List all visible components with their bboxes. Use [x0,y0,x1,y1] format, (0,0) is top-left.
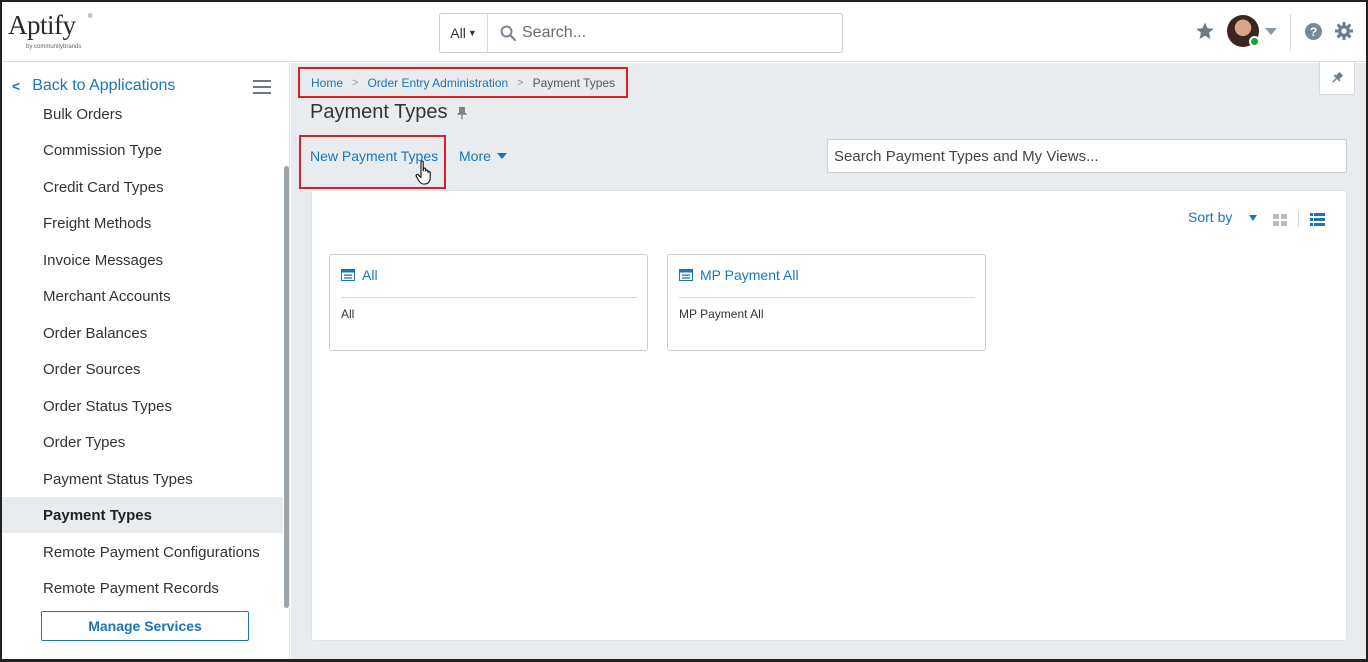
grid-view-icon[interactable] [1273,214,1287,226]
list-view-icon [341,269,355,281]
hamburger-menu-icon[interactable] [253,80,271,94]
back-to-applications-link[interactable]: < Back to Applications [12,77,175,95]
hand-cursor-icon [415,160,431,185]
breadcrumb: Home > Order Entry Administration > Paym… [298,67,628,98]
header-divider [1290,14,1291,52]
card-title[interactable]: All [341,267,378,283]
global-search: All ▼ [439,13,843,53]
search-icon [500,25,516,41]
breadcrumb-home[interactable]: Home [311,76,343,90]
logo-subtext: by communitybrands [26,44,82,50]
breadcrumb-order-entry-administration[interactable]: Order Entry Administration [367,76,508,90]
card-title[interactable]: MP Payment All [679,267,799,283]
manage-services-button[interactable]: Manage Services [41,611,249,641]
pin-page-icon[interactable] [455,106,469,120]
sidebar-item-commission-type[interactable]: Commission Type [0,132,283,168]
sidebar-item-credit-card-types[interactable]: Credit Card Types [0,169,283,205]
sort-caret-icon[interactable] [1249,215,1257,221]
sidebar-item-order-status-types[interactable]: Order Status Types [0,388,283,424]
sidebar-item-invoice-messages[interactable]: Invoice Messages [0,242,283,278]
views-search-input[interactable] [827,139,1347,173]
sidebar-item-payment-status-types[interactable]: Payment Status Types [0,461,283,497]
sidebar-item-order-sources[interactable]: Order Sources [0,351,283,387]
main-content: Home > Order Entry Administration > Paym… [291,61,1368,662]
sidebar-item-remote-payment-configurations[interactable]: Remote Payment Configurations [0,534,283,570]
top-header: Aptify ® by communitybrands All▼ ? [0,0,1368,62]
user-menu-caret-icon[interactable] [1265,28,1277,35]
card-description: MP Payment All [679,307,764,321]
sidebar: < Back to Applications Bulk Orders Commi… [0,63,290,662]
logo-text: Aptify [8,10,76,40]
more-dropdown-button[interactable]: More [459,148,507,164]
pin-icon [1332,71,1344,83]
sidebar-item-freight-methods[interactable]: Freight Methods [0,205,283,241]
views-panel: Sort by All All MP Payment All MP Paymen… [311,190,1347,641]
sidebar-item-payment-types[interactable]: Payment Types [0,497,283,533]
card-description: All [341,307,355,321]
list-view-icon[interactable] [1310,213,1325,226]
sidebar-item-order-balances[interactable]: Order Balances [0,315,283,351]
gear-icon[interactable] [1334,21,1354,41]
caret-down-icon [496,153,507,159]
page-title: Payment Types [310,101,448,123]
chevron-left-icon: < [12,78,21,94]
sidebar-item-order-types[interactable]: Order Types [0,424,283,460]
chevron-right-icon: > [517,76,524,89]
sidebar-nav-list: Bulk Orders Commission Type Credit Card … [0,99,283,607]
breadcrumb-current: Payment Types [532,75,616,90]
view-toggle-divider [1298,211,1299,227]
online-status-indicator [1249,36,1260,47]
chevron-right-icon: > [352,76,359,89]
sort-by-label[interactable]: Sort by [1188,209,1232,225]
list-view-icon [679,269,693,281]
view-card-all[interactable]: All All [329,254,648,351]
sidebar-item-merchant-accounts[interactable]: Merchant Accounts [0,278,283,314]
pin-panel-button[interactable] [1319,61,1355,95]
caret-down-icon: ▼ [467,28,477,38]
global-search-input[interactable] [522,19,832,47]
view-card-mp-payment-all[interactable]: MP Payment All MP Payment All [667,254,986,351]
sidebar-item-remote-payment-records[interactable]: Remote Payment Records [0,570,283,606]
sidebar-item-bulk-orders[interactable]: Bulk Orders [0,99,283,132]
sidebar-scrollbar[interactable] [284,166,289,608]
help-icon[interactable]: ? [1305,23,1322,40]
search-scope-dropdown[interactable]: All ▼ [440,14,488,52]
aptify-logo[interactable]: Aptify ® by communitybrands [8,10,98,54]
favorites-star-icon[interactable] [1195,21,1215,41]
